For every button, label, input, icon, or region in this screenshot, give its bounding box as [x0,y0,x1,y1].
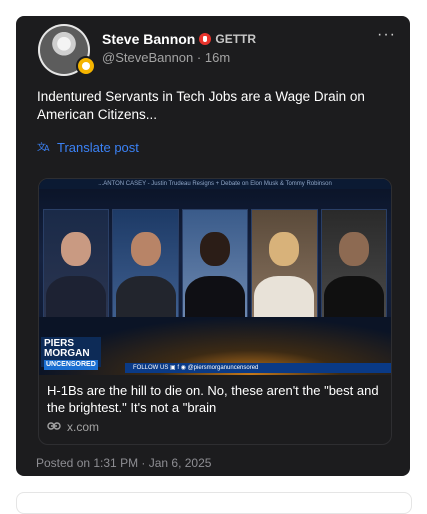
post-body: Indentured Servants in Tech Jobs are a W… [37,89,365,122]
show-logo: PIERS MORGAN UNCENSORED [41,337,101,370]
follow-us-banner: FOLLOW US ▣ f ◉ @piersmorganuncensored [125,363,391,373]
guest-panel [112,209,179,319]
link-domain: x.com [67,420,100,434]
guest-panels [43,209,388,319]
link-preview-title[interactable]: H-1Bs are the hill to die on. No, these … [47,382,387,416]
link-preview-card[interactable]: ...ANTON CASEY - Justin Trudeau Resigns … [38,178,392,445]
gettr-logo-icon [199,33,212,45]
video-thumbnail[interactable]: ...ANTON CASEY - Justin Trudeau Resigns … [39,179,391,375]
next-post-card[interactable] [16,492,412,514]
guest-panel [43,209,110,319]
author-handle[interactable]: @SteveBannon [102,50,193,65]
link-icon [47,420,61,434]
post-card[interactable]: Steve Bannon GETTR @SteveBannon · 16m ··… [16,16,410,476]
post-time: 16m [204,50,231,65]
translate-label: Translate post [57,140,139,155]
more-options-button[interactable]: ··· [377,26,396,44]
author-name-row: Steve Bannon GETTR [102,31,256,47]
svg-text:A: A [44,144,50,152]
guest-panel [181,209,249,319]
platform-label: GETTR [215,32,257,46]
guest-panel [251,209,318,319]
guest-panel [320,209,388,319]
verified-badge-icon [76,56,96,76]
separator-dot: · [196,50,202,65]
translate-icon: 文 A [37,140,51,155]
translate-post-button[interactable]: 文 A Translate post [37,140,139,155]
author-name[interactable]: Steve Bannon [102,31,195,47]
link-preview-domain[interactable]: x.com [47,420,99,434]
posted-timestamp: Posted on 1:31 PM · Jan 6, 2025 [36,456,212,470]
author-handle-row: @SteveBannon · 16m [102,50,230,65]
thumbnail-ticker-text: ...ANTON CASEY - Justin Trudeau Resigns … [39,179,391,189]
